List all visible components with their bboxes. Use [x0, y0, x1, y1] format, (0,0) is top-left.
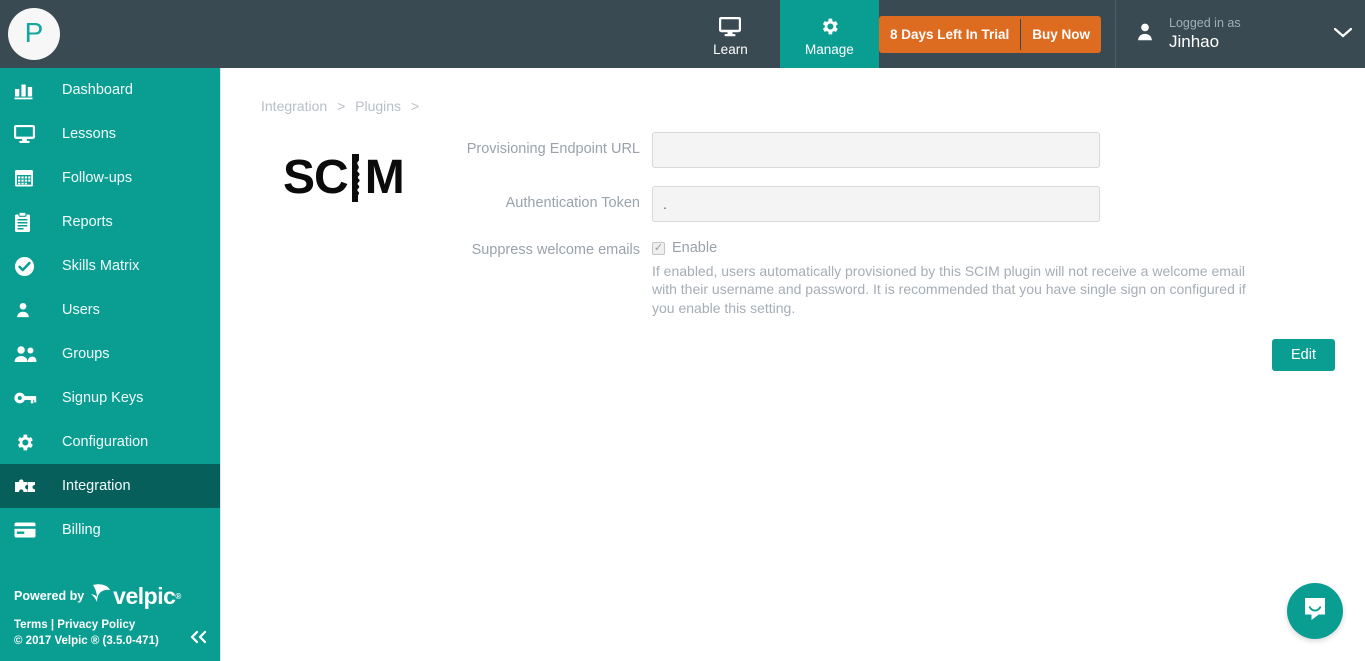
nav-tab-manage-label: Manage	[805, 41, 854, 57]
enable-checkbox-row[interactable]: ✓ Enable	[652, 240, 1330, 256]
plugin-settings-panel: SC M Provisioning Endpoint URL Authentic…	[221, 114, 1365, 317]
credit-card-icon	[14, 522, 48, 538]
sidebar-item-billing[interactable]: Billing	[0, 508, 220, 552]
sidebar-item-users[interactable]: Users	[0, 288, 220, 332]
people-icon	[14, 345, 48, 363]
trial-banner: 8 Days Left In Trial Buy Now	[878, 0, 1115, 68]
bar-chart-icon	[14, 81, 48, 100]
powered-by: Powered by velpic ®	[14, 582, 220, 610]
scim-logo-text-right: M	[364, 151, 405, 204]
form-row-provisioning-url: Provisioning Endpoint URL	[466, 132, 1330, 168]
sidebar-item-configuration[interactable]: Configuration	[0, 420, 220, 464]
sidebar-item-label: Users	[62, 302, 100, 318]
sidebar-item-label: Follow-ups	[62, 170, 133, 186]
scim-logo-text-left: SC	[283, 151, 349, 204]
sidebar-item-label: Reports	[62, 214, 113, 230]
check-icon: ✓	[653, 241, 664, 254]
monitor-icon	[719, 16, 742, 38]
nav-tab-learn-label: Learn	[713, 41, 748, 57]
edit-button[interactable]: Edit	[1272, 339, 1335, 372]
breadcrumb-separator: >	[337, 98, 346, 114]
enable-checkbox[interactable]: ✓	[652, 241, 665, 255]
sidebar-item-groups[interactable]: Groups	[0, 332, 220, 376]
buy-now-button[interactable]: Buy Now	[1021, 16, 1101, 53]
sidebar-item-label: Groups	[62, 346, 110, 362]
sidebar-footer: Powered by velpic ® Terms | Privacy Polic…	[0, 582, 220, 661]
sidebar-item-follow-ups[interactable]: Follow-ups	[0, 156, 220, 200]
check-circle-icon	[14, 256, 48, 277]
person-icon	[14, 300, 48, 320]
sidebar-item-integration[interactable]: Integration	[0, 464, 220, 508]
breadcrumb-separator: >	[410, 98, 420, 114]
user-menu[interactable]: Logged in as Jinhao	[1115, 0, 1365, 68]
sidebar-item-dashboard[interactable]: Dashboard	[0, 68, 220, 112]
form-row-auth-token: Authentication Token	[466, 186, 1330, 222]
breadcrumb-item-plugins[interactable]: Plugins	[355, 98, 401, 114]
person-icon	[1134, 21, 1156, 48]
auth-token-input[interactable]	[652, 186, 1100, 222]
breadcrumb: Integration > Plugins >	[221, 68, 1365, 114]
chat-bubble-icon	[1301, 595, 1329, 628]
plugin-form: Provisioning Endpoint URL Authentication…	[466, 132, 1365, 317]
nav-tab-learn[interactable]: Learn	[681, 0, 780, 68]
top-header: P Learn Manage 8 Days Left In Trial Buy …	[0, 0, 1365, 68]
brand-avatar[interactable]: P	[8, 8, 60, 60]
velpic-logo: velpic ®	[91, 582, 181, 610]
nav-tab-manage[interactable]: Manage	[779, 0, 879, 68]
gear-icon	[14, 432, 48, 453]
form-actions: Edit	[221, 317, 1365, 372]
sidebar-item-skills-matrix[interactable]: Skills Matrix	[0, 244, 220, 288]
trial-button-group[interactable]: 8 Days Left In Trial Buy Now	[878, 15, 1101, 53]
suppress-emails-help-text: If enabled, users automatically provisio…	[652, 263, 1246, 316]
velpic-wordmark: velpic	[113, 582, 176, 609]
user-info: Logged in as Jinhao	[1169, 16, 1333, 53]
calendar-icon	[14, 168, 48, 188]
trial-days-label: 8 Days Left In Trial	[889, 26, 1010, 42]
enable-checkbox-label: Enable	[672, 240, 718, 256]
sidebar-item-label: Configuration	[62, 434, 149, 450]
form-row-suppress-emails: Suppress welcome emails ✓ Enable If enab…	[466, 240, 1330, 317]
suppress-emails-label: Suppress welcome emails	[471, 242, 640, 258]
intercom-launcher[interactable]	[1287, 583, 1343, 639]
gear-icon	[819, 16, 840, 38]
sidebar-item-label: Dashboard	[62, 82, 133, 98]
sidebar-item-signup-keys[interactable]: Signup Keys	[0, 376, 220, 420]
sidebar: Dashboard Lessons Follow-ups Reports Ski…	[0, 68, 220, 661]
powered-by-label: Powered by	[14, 589, 85, 603]
chevron-double-left-icon[interactable]	[189, 629, 209, 648]
plugin-logo-column: SC M	[261, 132, 466, 317]
key-icon	[14, 391, 48, 405]
logged-in-label: Logged in as	[1169, 15, 1241, 30]
scim-logo: SC M	[261, 154, 466, 202]
sidebar-item-label: Billing	[62, 522, 101, 538]
sidebar-item-label: Lessons	[62, 126, 117, 142]
monitor-icon	[14, 124, 48, 144]
clipboard-icon	[14, 211, 48, 233]
breadcrumb-item-integration[interactable]: Integration	[261, 98, 327, 114]
brand-initial: P	[24, 16, 44, 48]
puzzle-icon	[14, 476, 48, 496]
provisioning-url-label: Provisioning Endpoint URL	[466, 141, 640, 157]
chevron-down-icon[interactable]	[1333, 25, 1353, 43]
header-spacer	[60, 0, 681, 68]
main-content: Integration > Plugins > SC M Provisionin…	[220, 68, 1365, 661]
sidebar-item-label: Signup Keys	[62, 390, 144, 406]
user-name: Jinhao	[1169, 32, 1220, 52]
sidebar-item-lessons[interactable]: Lessons	[0, 112, 220, 156]
velpic-trademark: ®	[175, 591, 181, 601]
provisioning-url-input[interactable]	[652, 132, 1100, 168]
auth-token-label: Authentication Token	[505, 195, 640, 211]
suppress-emails-control: ✓ Enable If enabled, users automatically…	[652, 240, 1330, 317]
scim-face-glyph-icon	[349, 154, 364, 202]
sidebar-item-label: Skills Matrix	[62, 258, 140, 274]
sidebar-item-reports[interactable]: Reports	[0, 200, 220, 244]
sidebar-item-label: Integration	[62, 478, 131, 494]
velpic-leaf-icon	[91, 582, 112, 610]
